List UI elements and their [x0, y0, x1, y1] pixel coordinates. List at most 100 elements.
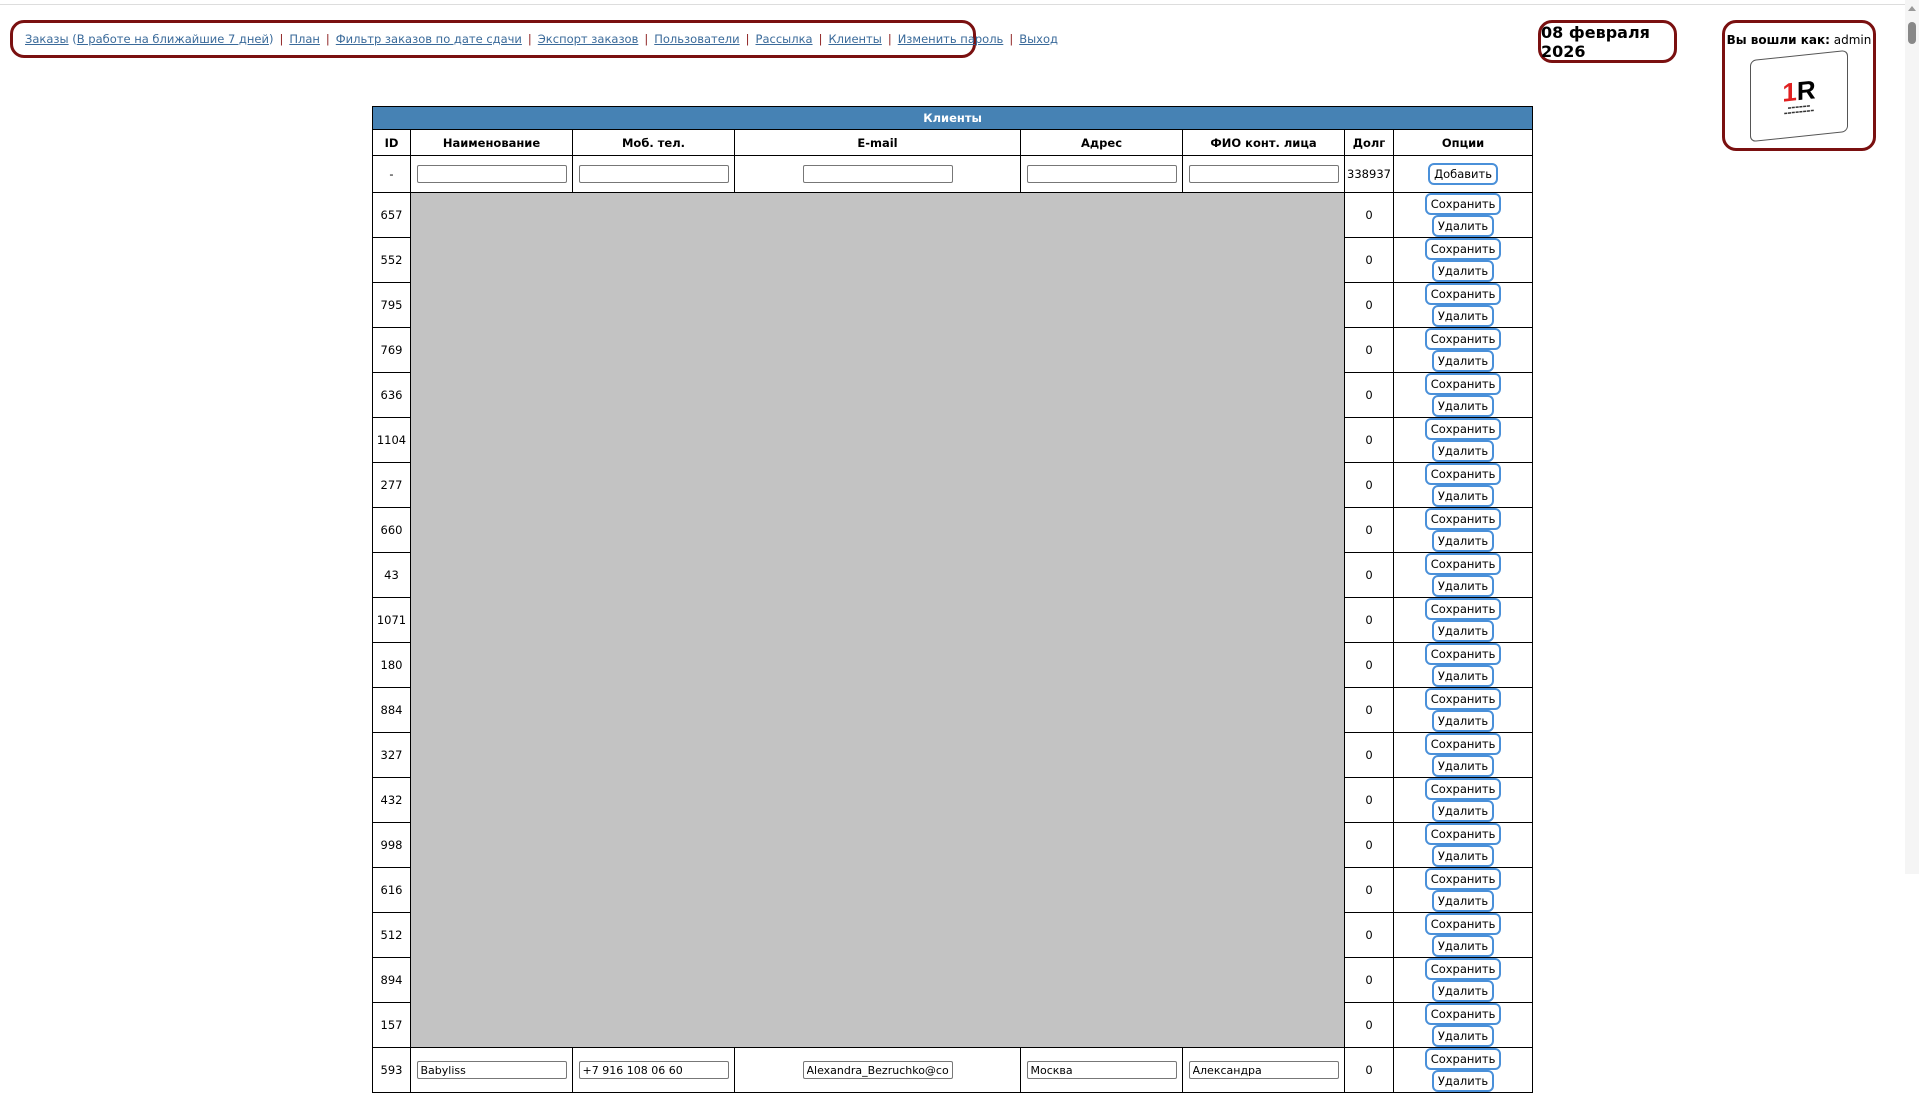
save-button[interactable]: Сохранить	[1424, 508, 1502, 530]
client-id: 512	[372, 912, 411, 958]
nav-separator: |	[527, 32, 532, 46]
save-button[interactable]: Сохранить	[1424, 418, 1502, 440]
client-email-input[interactable]	[802, 1061, 953, 1079]
new-name-input[interactable]	[416, 165, 567, 183]
new-address-input[interactable]	[1026, 165, 1177, 183]
save-button[interactable]: Сохранить	[1424, 193, 1502, 215]
row-options: Сохранить Удалить	[1392, 192, 1534, 238]
save-button[interactable]: Сохранить	[1424, 688, 1502, 710]
client-name-input[interactable]	[416, 1061, 567, 1079]
nav-users[interactable]: Пользователи	[654, 32, 739, 46]
browser-top-border	[0, 0, 1905, 5]
client-id: 657	[372, 192, 411, 238]
client-phone-input[interactable]	[578, 1061, 729, 1079]
new-contact-input[interactable]	[1188, 165, 1339, 183]
nav-change-password[interactable]: Изменить пароль	[898, 32, 1004, 46]
save-button[interactable]: Сохранить	[1424, 1003, 1502, 1025]
save-button[interactable]: Сохранить	[1424, 238, 1502, 260]
header-options: Опции	[1392, 129, 1534, 156]
header-address: Адрес	[1020, 129, 1183, 156]
delete-button[interactable]: Удалить	[1431, 575, 1495, 597]
save-button[interactable]: Сохранить	[1424, 598, 1502, 620]
save-button[interactable]: Сохранить	[1424, 733, 1502, 755]
row-options: Сохранить Удалить	[1392, 912, 1534, 958]
save-button[interactable]: Сохранить	[1424, 463, 1502, 485]
delete-button[interactable]: Удалить	[1431, 215, 1495, 237]
scrollbar[interactable]	[1905, 0, 1919, 874]
client-address-input[interactable]	[1026, 1061, 1177, 1079]
delete-button[interactable]: Удалить	[1431, 305, 1495, 327]
delete-button[interactable]: Удалить	[1431, 980, 1495, 1002]
user-panel: Вы вошли как: admin 1R ▬▬▬▬▬▬ ▬▬▬▬▬▬▬▬	[1722, 20, 1876, 151]
new-phone-input[interactable]	[578, 165, 729, 183]
client-debt: 0	[1344, 372, 1394, 418]
client-debt: 0	[1344, 867, 1394, 913]
nav-clients[interactable]: Клиенты	[828, 32, 881, 46]
client-debt: 0	[1344, 642, 1394, 688]
save-button[interactable]: Сохранить	[1424, 778, 1502, 800]
row-options: Сохранить Удалить	[1392, 822, 1534, 868]
table-title: Клиенты	[371, 106, 1534, 130]
client-debt: 0	[1344, 1002, 1394, 1048]
company-logo: 1R ▬▬▬▬▬▬ ▬▬▬▬▬▬▬▬	[1750, 49, 1848, 143]
client-debt: 0	[1344, 192, 1394, 238]
logged-in-as: Вы вошли как: admin	[1725, 33, 1873, 47]
table-row: 657 0 Сохранить Удалить	[372, 192, 1534, 1048]
client-id: 432	[372, 777, 411, 823]
delete-button[interactable]: Удалить	[1431, 1070, 1495, 1092]
delete-button[interactable]: Удалить	[1431, 485, 1495, 507]
delete-button[interactable]: Удалить	[1431, 710, 1495, 732]
delete-button[interactable]: Удалить	[1431, 890, 1495, 912]
client-debt: 0	[1344, 282, 1394, 328]
row-options: Сохранить Удалить	[1392, 687, 1534, 733]
nav-paren-close: )	[268, 32, 274, 46]
client-id: 660	[372, 507, 411, 553]
client-id: 1104	[372, 417, 411, 463]
row-options: Сохранить Удалить	[1392, 1047, 1534, 1093]
nav-filter-by-date[interactable]: Фильтр заказов по дате сдачи	[336, 32, 522, 46]
nav-export[interactable]: Экспорт заказов	[538, 32, 639, 46]
header-name: Наименование	[410, 129, 573, 156]
scroll-up-icon[interactable]	[1908, 6, 1916, 11]
nav-mailing[interactable]: Рассылка	[756, 32, 813, 46]
delete-button[interactable]: Удалить	[1431, 665, 1495, 687]
delete-button[interactable]: Удалить	[1431, 350, 1495, 372]
client-debt: 0	[1344, 552, 1394, 598]
save-button[interactable]: Сохранить	[1424, 283, 1502, 305]
scroll-thumb[interactable]	[1908, 22, 1916, 44]
client-debt: 0	[1344, 822, 1394, 868]
delete-button[interactable]: Удалить	[1431, 530, 1495, 552]
client-contact-input[interactable]	[1188, 1061, 1339, 1079]
delete-button[interactable]: Удалить	[1431, 755, 1495, 777]
save-button[interactable]: Сохранить	[1424, 373, 1502, 395]
nav-logout[interactable]: Выход	[1019, 32, 1058, 46]
delete-button[interactable]: Удалить	[1431, 260, 1495, 282]
save-button[interactable]: Сохранить	[1424, 553, 1502, 575]
delete-button[interactable]: Удалить	[1431, 620, 1495, 642]
row-options: Сохранить Удалить	[1392, 957, 1534, 1003]
nav-plan[interactable]: План	[289, 32, 320, 46]
nav-orders[interactable]: Заказы	[25, 32, 69, 46]
save-button[interactable]: Сохранить	[1424, 958, 1502, 980]
delete-button[interactable]: Удалить	[1431, 935, 1495, 957]
nav-separator: |	[1009, 32, 1014, 46]
add-button[interactable]: Добавить	[1428, 163, 1498, 185]
save-button[interactable]: Сохранить	[1424, 823, 1502, 845]
client-debt: 0	[1344, 1047, 1394, 1093]
delete-button[interactable]: Удалить	[1431, 395, 1495, 417]
save-button[interactable]: Сохранить	[1424, 328, 1502, 350]
nav-orders-7days[interactable]: В работе на ближайшие 7 дней	[77, 32, 269, 46]
delete-button[interactable]: Удалить	[1431, 800, 1495, 822]
row-options: Сохранить Удалить	[1392, 462, 1534, 508]
delete-button[interactable]: Удалить	[1431, 845, 1495, 867]
row-options: Сохранить Удалить	[1392, 372, 1534, 418]
save-button[interactable]: Сохранить	[1424, 1048, 1502, 1070]
save-button[interactable]: Сохранить	[1424, 868, 1502, 890]
delete-button[interactable]: Удалить	[1431, 440, 1495, 462]
row-options: Сохранить Удалить	[1392, 1002, 1534, 1048]
row-options: Сохранить Удалить	[1392, 507, 1534, 553]
delete-button[interactable]: Удалить	[1431, 1025, 1495, 1047]
save-button[interactable]: Сохранить	[1424, 913, 1502, 935]
save-button[interactable]: Сохранить	[1424, 643, 1502, 665]
new-email-input[interactable]	[802, 165, 953, 183]
